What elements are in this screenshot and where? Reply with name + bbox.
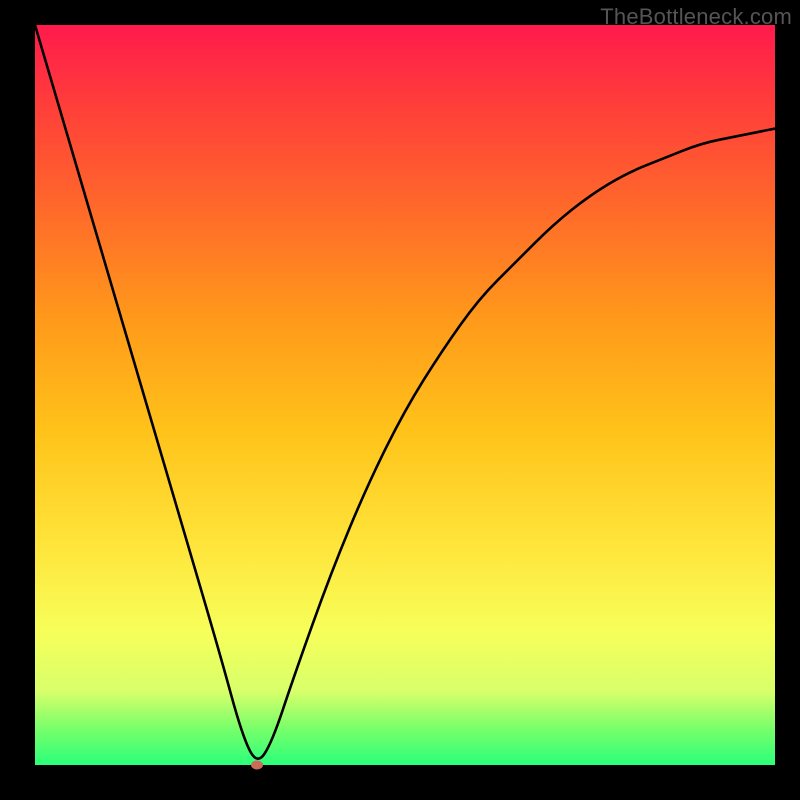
minimum-marker <box>251 761 263 770</box>
plot-area <box>35 25 775 765</box>
curve-layer <box>35 25 775 765</box>
chart-frame: TheBottleneck.com <box>0 0 800 800</box>
bottleneck-curve-path <box>35 25 775 759</box>
watermark-text: TheBottleneck.com <box>600 4 792 30</box>
